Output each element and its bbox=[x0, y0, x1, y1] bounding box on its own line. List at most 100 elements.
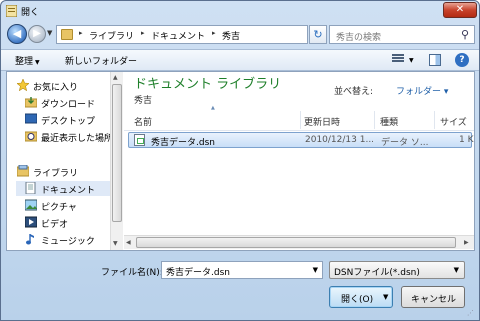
preview-pane-icon[interactable] bbox=[429, 54, 441, 66]
sidebar-item-label: 最近表示した場所 bbox=[41, 134, 110, 144]
chevron-down-icon: ▼ bbox=[453, 266, 459, 274]
refresh-icon: ↻ bbox=[313, 28, 323, 41]
arrange-by-dropdown[interactable]: フォルダー ▾ bbox=[396, 84, 448, 97]
sidebar-item-pictures[interactable]: ピクチャ bbox=[24, 198, 110, 213]
title-bar[interactable]: 開く ✕ bbox=[1, 1, 479, 21]
search-input[interactable]: 秀吉の検索 bbox=[336, 30, 381, 43]
column-header-type[interactable]: 種類 bbox=[380, 115, 398, 128]
sidebar-item-recent-places[interactable]: 最近表示した場所 bbox=[24, 129, 110, 144]
scrollbar-thumb[interactable] bbox=[136, 237, 456, 248]
library-icon bbox=[16, 164, 30, 177]
sidebar-item-label: ミュージック bbox=[41, 237, 95, 247]
file-list-pane: ドキュメント ライブラリ 秀吉 並べ替え: フォルダー ▾ ▲ 名前 更新日時 … bbox=[124, 72, 474, 250]
column-divider[interactable] bbox=[374, 111, 375, 129]
back-button[interactable]: ◀ bbox=[7, 24, 27, 44]
sidebar-item-label: デスクトップ bbox=[41, 117, 96, 127]
scroll-down-icon[interactable]: ▼ bbox=[113, 240, 118, 247]
library-subtitle: 秀吉 bbox=[134, 96, 153, 106]
scrollbar-thumb[interactable] bbox=[112, 84, 122, 222]
dsn-file-icon bbox=[134, 134, 145, 146]
filename-label: ファイル名(N): bbox=[101, 268, 163, 278]
view-options-icon[interactable] bbox=[392, 54, 404, 65]
address-bar[interactable]: ▸ ライブラリ ▸ ドキュメント ▸ 秀吉 ▼ bbox=[56, 25, 355, 44]
download-folder-icon bbox=[24, 96, 38, 108]
navigation-pane: お気に入り ダウンロード デスクトップ 最近表示した場所 ライブラリ ドキュメン… bbox=[7, 72, 110, 250]
column-header-name[interactable]: 名前 bbox=[134, 115, 152, 128]
chevron-right-icon[interactable]: ▸ bbox=[79, 29, 83, 37]
desktop-icon bbox=[24, 113, 38, 125]
breadcrumb-library[interactable]: ライブラリ bbox=[89, 29, 134, 42]
recent-places-icon bbox=[24, 130, 38, 142]
sidebar-item-label: お気に入り bbox=[33, 83, 79, 93]
sidebar-item-favorites[interactable]: お気に入り bbox=[16, 78, 110, 93]
sidebar-item-label: ダウンロード bbox=[41, 100, 96, 110]
sidebar-item-desktop[interactable]: デスクトップ bbox=[24, 112, 110, 127]
window-title: 開く bbox=[21, 8, 40, 18]
search-box[interactable]: 秀吉の検索 ⚲ bbox=[329, 25, 475, 44]
organize-label: 整理 bbox=[15, 57, 34, 67]
breadcrumb-documents[interactable]: ドキュメント bbox=[151, 29, 205, 42]
sidebar-item-label: ピクチャ bbox=[41, 203, 77, 213]
scroll-right-icon[interactable]: ▶ bbox=[464, 239, 469, 246]
organize-button[interactable]: 整理 ▼ bbox=[15, 54, 40, 67]
pictures-icon bbox=[24, 199, 38, 211]
chevron-right-icon[interactable]: ▸ bbox=[141, 29, 145, 37]
forward-button[interactable]: ▶ bbox=[28, 25, 46, 43]
file-name: 秀吉データ.dsn bbox=[151, 138, 215, 148]
chevron-right-icon[interactable]: ▸ bbox=[212, 29, 216, 37]
sidebar-item-label: ビデオ bbox=[41, 220, 69, 230]
scroll-up-icon[interactable]: ▲ bbox=[113, 74, 118, 81]
open-options-dropdown-icon[interactable]: ▼ bbox=[383, 293, 388, 301]
file-modified: 2010/12/13 1... bbox=[305, 135, 375, 145]
content-frame: お気に入り ダウンロード デスクトップ 最近表示した場所 ライブラリ ドキュメン… bbox=[6, 71, 475, 251]
filter-value: DSNファイル(*.dsn) bbox=[334, 268, 420, 278]
app-icon bbox=[6, 5, 17, 17]
music-icon bbox=[25, 233, 37, 245]
resize-grip-icon[interactable]: ⋰ bbox=[467, 309, 474, 317]
new-folder-button[interactable]: 新しいフォルダー bbox=[65, 54, 137, 67]
close-button[interactable]: ✕ bbox=[443, 2, 477, 18]
cancel-label: キャンセル bbox=[411, 295, 457, 305]
recent-locations-dropdown[interactable]: ▼ bbox=[47, 29, 52, 37]
open-file-dialog: 開く ✕ ◀ ▶ ▼ ▸ ライブラリ ▸ ドキュメント ▸ 秀吉 ▼ ↻ 秀吉の… bbox=[0, 0, 480, 321]
column-header-modified[interactable]: 更新日時 bbox=[304, 115, 340, 128]
file-size: 1 K bbox=[459, 135, 474, 145]
arrow-right-icon: ▶ bbox=[33, 28, 41, 39]
sidebar-item-documents[interactable]: ドキュメント bbox=[16, 181, 110, 196]
file-type: データ ソ... bbox=[381, 138, 429, 148]
close-icon: ✕ bbox=[455, 4, 465, 15]
cancel-button[interactable]: キャンセル bbox=[401, 286, 465, 308]
file-type-filter[interactable]: DSNファイル(*.dsn) ▼ bbox=[329, 261, 465, 279]
view-dropdown-icon[interactable]: ▼ bbox=[409, 57, 414, 64]
arrange-by-label: 並べ替え: bbox=[334, 87, 374, 97]
folder-icon bbox=[61, 29, 73, 40]
file-row[interactable]: 秀吉データ.dsn 2010/12/13 1... データ ソ... 1 K bbox=[128, 132, 474, 148]
column-divider[interactable] bbox=[434, 111, 435, 129]
help-icon[interactable]: ? bbox=[455, 53, 469, 67]
library-title: ドキュメント ライブラリ bbox=[134, 77, 282, 92]
refresh-button[interactable]: ↻ bbox=[309, 25, 327, 44]
sidebar-item-label: ライブラリ bbox=[33, 169, 79, 179]
chevron-down-icon[interactable]: ▼ bbox=[313, 266, 318, 274]
open-label: 開く(O) bbox=[341, 295, 374, 305]
arrow-left-icon: ◀ bbox=[12, 27, 22, 40]
sidebar-item-videos[interactable]: ビデオ bbox=[24, 215, 110, 230]
search-icon: ⚲ bbox=[460, 28, 469, 41]
sidebar-item-label: ドキュメント bbox=[41, 186, 96, 196]
caret-down-icon: ▼ bbox=[35, 59, 40, 66]
filename-value: 秀吉データ.dsn bbox=[166, 268, 230, 278]
scroll-left-icon[interactable]: ◀ bbox=[126, 239, 131, 246]
toolbar: 整理 ▼ 新しいフォルダー ▼ ? bbox=[1, 49, 479, 71]
column-headers: 名前 更新日時 種類 サイズ bbox=[124, 109, 474, 131]
sidebar-item-music[interactable]: ミュージック bbox=[25, 232, 110, 247]
sidebar-item-downloads[interactable]: ダウンロード bbox=[24, 95, 110, 110]
column-header-size[interactable]: サイズ bbox=[440, 115, 467, 128]
star-icon bbox=[16, 78, 30, 92]
sidebar-item-libraries[interactable]: ライブラリ bbox=[16, 164, 110, 179]
horizontal-scrollbar[interactable]: ◀ ▶ bbox=[124, 235, 474, 249]
breadcrumb-hideyoshi[interactable]: 秀吉 bbox=[222, 29, 240, 42]
sidebar-scrollbar[interactable]: ▲ ▼ bbox=[110, 72, 123, 250]
video-icon bbox=[24, 216, 38, 228]
filename-input[interactable]: 秀吉データ.dsn ▼ bbox=[161, 261, 323, 279]
column-divider[interactable] bbox=[300, 111, 301, 129]
